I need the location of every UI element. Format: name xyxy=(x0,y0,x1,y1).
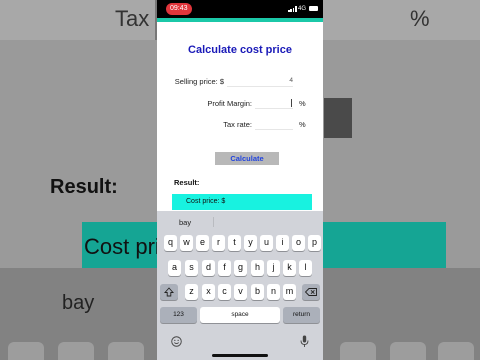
suggestion-bar: bay xyxy=(157,211,323,233)
page-title: Calculate cost price xyxy=(188,44,292,56)
bg-result-label: Result: xyxy=(50,176,118,198)
key-p[interactable]: p xyxy=(308,235,321,251)
key-t[interactable]: t xyxy=(228,235,241,251)
bg-key xyxy=(390,342,426,360)
key-g[interactable]: g xyxy=(234,260,247,276)
emoji-icon[interactable] xyxy=(171,336,182,347)
status-time: 09:43 xyxy=(166,3,192,15)
key-c[interactable]: c xyxy=(218,284,231,300)
key-w[interactable]: w xyxy=(180,235,193,251)
tax-rate-label: Tax rate: xyxy=(223,120,252,129)
key-s[interactable]: s xyxy=(185,260,198,276)
key-x[interactable]: x xyxy=(202,284,215,300)
battery-icon xyxy=(309,6,318,11)
profit-margin-label: Profit Margin: xyxy=(207,99,252,108)
bg-percent-label: % xyxy=(410,6,430,31)
key-z[interactable]: z xyxy=(185,284,198,300)
key-b[interactable]: b xyxy=(251,284,264,300)
status-bar: 09:43 4G xyxy=(157,0,323,18)
key-v[interactable]: v xyxy=(234,284,247,300)
key-h[interactable]: h xyxy=(251,260,264,276)
bg-key xyxy=(340,342,376,360)
key-l[interactable]: l xyxy=(299,260,312,276)
key-u[interactable]: u xyxy=(260,235,273,251)
tax-rate-input[interactable] xyxy=(255,118,293,130)
bg-key xyxy=(8,342,44,360)
numbers-key[interactable]: 123 xyxy=(160,307,197,323)
tax-rate-unit: % xyxy=(299,120,306,129)
suggestion-divider xyxy=(213,217,214,227)
network-type: 4G xyxy=(298,6,307,12)
phone-screen: 09:43 4G Calculate cost price Selling pr… xyxy=(157,0,323,360)
result-value: Cost price: $ xyxy=(186,198,226,205)
app-header-strip xyxy=(157,18,323,22)
key-y[interactable]: y xyxy=(244,235,257,251)
bg-key xyxy=(108,342,144,360)
key-e[interactable]: e xyxy=(196,235,209,251)
result-label: Result: xyxy=(174,178,200,187)
bg-suggestion: bay xyxy=(62,292,95,314)
profit-margin-unit: % xyxy=(299,99,306,108)
bg-key xyxy=(438,342,474,360)
key-a[interactable]: a xyxy=(168,260,181,276)
key-n[interactable]: n xyxy=(267,284,280,300)
suggestion-word[interactable]: bay xyxy=(179,218,191,227)
home-indicator xyxy=(212,354,268,357)
selling-price-label: Selling price: $ xyxy=(174,77,224,86)
key-m[interactable]: m xyxy=(283,284,296,300)
text-caret xyxy=(291,99,292,107)
shift-key[interactable] xyxy=(160,284,178,300)
shift-icon xyxy=(164,287,174,297)
bg-dark-block xyxy=(324,98,352,138)
profit-margin-input[interactable] xyxy=(255,97,293,109)
calculate-button[interactable]: Calculate xyxy=(215,152,279,165)
backspace-icon xyxy=(305,288,317,296)
result-output: Cost price: $ xyxy=(172,194,312,210)
key-j[interactable]: j xyxy=(267,260,280,276)
return-key[interactable]: return xyxy=(283,307,320,323)
bg-key xyxy=(58,342,94,360)
key-k[interactable]: k xyxy=(283,260,296,276)
key-r[interactable]: r xyxy=(212,235,225,251)
key-d[interactable]: d xyxy=(202,260,215,276)
key-q[interactable]: q xyxy=(164,235,177,251)
microphone-icon[interactable] xyxy=(300,335,309,348)
key-o[interactable]: o xyxy=(292,235,305,251)
selling-price-input[interactable]: 4 xyxy=(227,75,293,87)
space-key[interactable]: space xyxy=(200,307,280,323)
signal-icon xyxy=(288,6,297,12)
key-i[interactable]: i xyxy=(276,235,289,251)
onscreen-keyboard: bay q w e r t y u i o p a s d f g h j k … xyxy=(157,211,323,360)
backspace-key[interactable] xyxy=(302,284,320,300)
key-f[interactable]: f xyxy=(218,260,231,276)
